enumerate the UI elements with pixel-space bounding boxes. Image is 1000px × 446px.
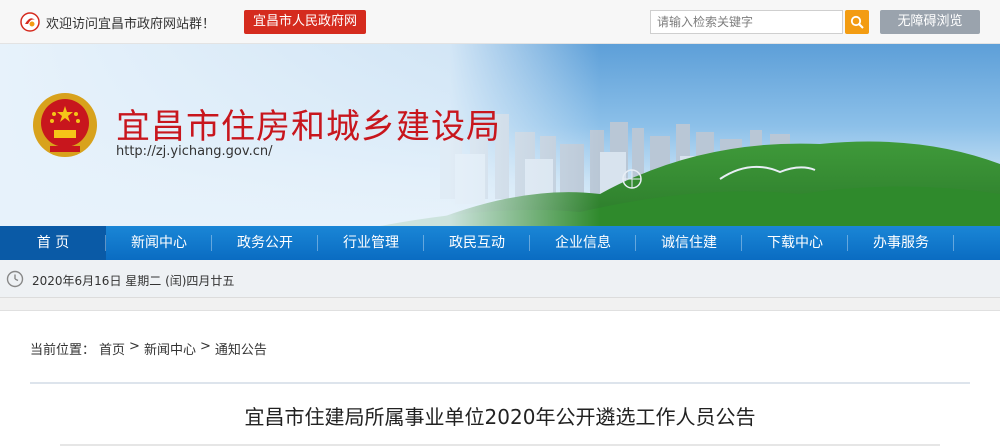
search-input[interactable] [650, 10, 843, 34]
nav-item-home[interactable]: 首 页 [0, 226, 106, 260]
nav-item-enterprise[interactable]: 企业信息 [530, 226, 636, 260]
article-title: 宜昌市住建局所属事业单位2020年公开遴选工作人员公告 [244, 405, 756, 429]
date-bar: 2020年6月16日 星期二 (闰)四月廿五 [0, 260, 1000, 298]
accessibility-button[interactable]: 无障碍浏览 [880, 10, 980, 34]
welcome-message: 欢迎访问宜昌市政府网站群！ [20, 12, 215, 32]
top-bar: 欢迎访问宜昌市政府网站群！ 宜昌市人民政府网 无障碍浏览 [0, 0, 1000, 44]
breadcrumb-prefix: 当前位置： [30, 343, 96, 358]
clock-icon [6, 270, 24, 288]
site-url: http://zj.yichang.gov.cn/ [116, 144, 273, 159]
nav-item-downloads[interactable]: 下载中心 [742, 226, 848, 260]
breadcrumb-notices[interactable]: 通知公告 [215, 339, 267, 358]
site-title: 宜昌市住房和城乡建设局 [116, 107, 501, 147]
main-content: 当前位置： 首页 > 新闻中心 > 通知公告 宜昌市住建局所属事业单位2020年… [0, 310, 1000, 446]
header-banner: 宜昌市住房和城乡建设局 http://zj.yichang.gov.cn/ [0, 44, 1000, 226]
main-nav: 首 页 新闻中心 政务公开 行业管理 政民互动 企业信息 诚信住建 下载中心 办… [0, 226, 1000, 260]
welcome-text: 欢迎访问宜昌市政府网站群！ [46, 16, 216, 32]
nav-item-services[interactable]: 办事服务 [848, 226, 954, 260]
divider [30, 382, 970, 384]
search-icon [850, 15, 864, 29]
nav-item-government-affairs[interactable]: 政务公开 [212, 226, 318, 260]
gov-portal-link[interactable]: 宜昌市人民政府网 [244, 10, 367, 34]
nav-item-news[interactable]: 新闻中心 [106, 226, 212, 260]
breadcrumb-separator: > [129, 339, 140, 354]
site-logo-icon [20, 12, 40, 32]
breadcrumb-home[interactable]: 首页 [99, 339, 125, 358]
search-button[interactable] [845, 10, 869, 34]
national-emblem-icon [33, 93, 97, 157]
breadcrumb-news[interactable]: 新闻中心 [144, 339, 196, 358]
current-date: 2020年6月16日 星期二 (闰)四月廿五 [32, 274, 235, 288]
nav-item-interaction[interactable]: 政民互动 [424, 226, 530, 260]
nav-item-credit[interactable]: 诚信住建 [636, 226, 742, 260]
breadcrumb-separator: > [199, 339, 211, 354]
breadcrumb: 当前位置： 首页 > 新闻中心 > 通知公告 [30, 339, 271, 358]
nav-item-industry[interactable]: 行业管理 [318, 226, 424, 260]
